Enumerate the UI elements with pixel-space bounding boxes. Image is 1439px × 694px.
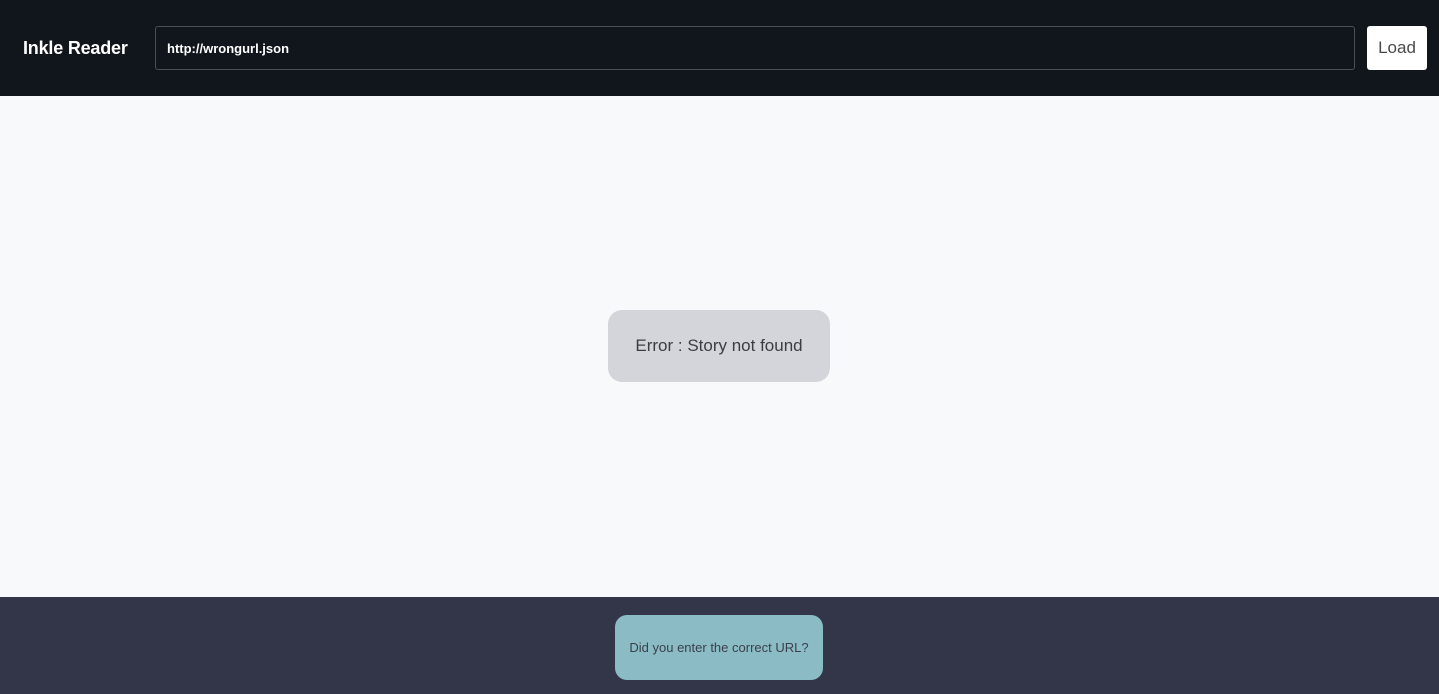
hint-choice[interactable]: Did you enter the correct URL? (615, 615, 823, 680)
choices-bar: Did you enter the correct URL? (0, 597, 1439, 694)
story-area: Error : Story not found (0, 96, 1439, 597)
story-url-input[interactable] (155, 26, 1355, 70)
top-bar: Inkle Reader Load (0, 0, 1439, 96)
app-title: Inkle Reader (23, 38, 128, 58)
error-message: Error : Story not found (608, 310, 830, 382)
load-button[interactable]: Load (1367, 26, 1427, 70)
